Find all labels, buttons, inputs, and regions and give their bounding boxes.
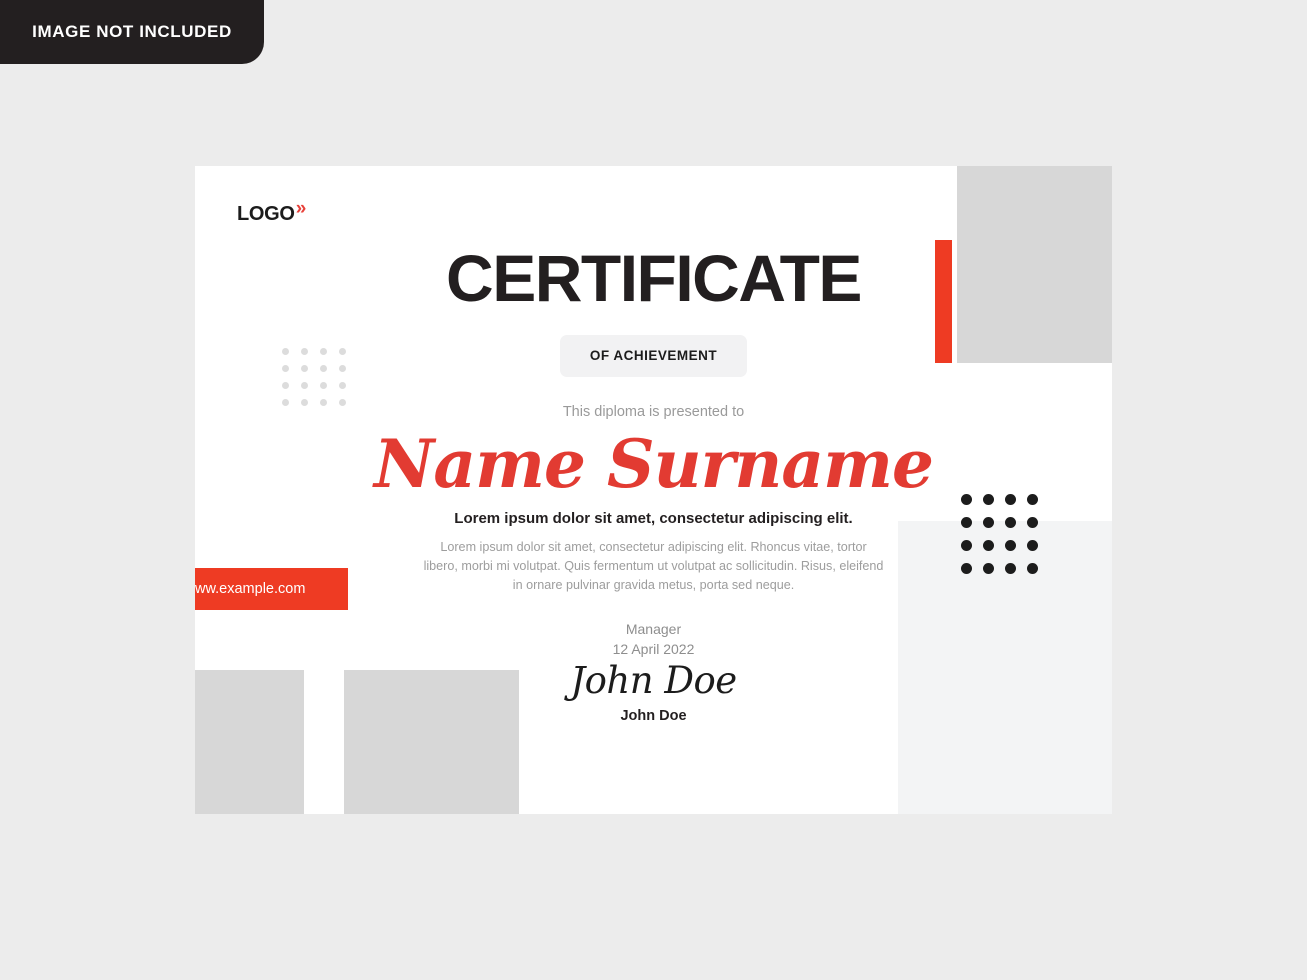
certificate-content: CERTIFICATE OF ACHIEVEMENT This diploma … xyxy=(195,166,1112,814)
lead-line-text: Lorem ipsum dolor sit amet, consectetur … xyxy=(454,509,853,527)
body-text: Lorem ipsum dolor sit amet, consectetur … xyxy=(423,539,884,593)
notice-badge-label: IMAGE NOT INCLUDED xyxy=(32,22,232,41)
issue-date: 12 April 2022 xyxy=(612,641,695,658)
signer-role: Manager xyxy=(625,621,682,638)
page-title: CERTIFICATE xyxy=(446,241,862,315)
image-not-included-badge: IMAGE NOT INCLUDED xyxy=(0,0,264,64)
presented-to-text: This diploma is presented to xyxy=(562,404,745,420)
subtitle-badge: OF ACHIEVEMENT xyxy=(559,335,748,377)
recipient-name: Name Surname xyxy=(374,425,934,503)
signer-name: John Doe xyxy=(620,708,687,725)
signature-mark: John Doe xyxy=(570,659,737,703)
certificate-card: ww.example.com LOGO » CERTIFICATE OF ACH… xyxy=(195,166,1112,814)
subtitle-badge-label: OF ACHIEVEMENT xyxy=(589,348,718,363)
